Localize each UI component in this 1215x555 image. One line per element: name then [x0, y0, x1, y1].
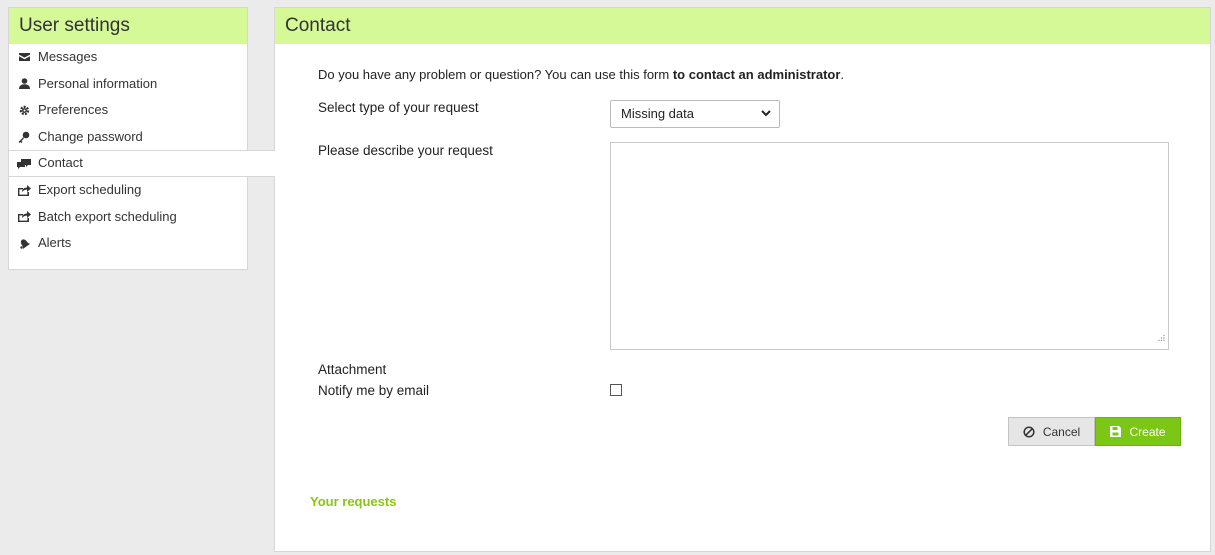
sidebar-title: User settings: [9, 8, 247, 44]
bell-icon: [17, 236, 31, 250]
sidebar-item-label: Batch export scheduling: [38, 208, 177, 224]
intro-prefix: Do you have any problem or question? You…: [318, 67, 673, 82]
sidebar-item-personal-information[interactable]: Personal information: [9, 71, 247, 98]
create-label: Create: [1129, 424, 1166, 439]
sidebar-item-batch-export-scheduling[interactable]: Batch export scheduling: [9, 204, 247, 231]
sidebar-item-messages[interactable]: Messages: [9, 44, 247, 71]
sidebar-item-label: Personal information: [38, 75, 158, 91]
intro-text: Do you have any problem or question? You…: [318, 67, 844, 82]
request-type-value: Missing data: [621, 106, 694, 121]
sidebar-item-label: Change password: [38, 128, 143, 144]
share-icon: [17, 210, 31, 224]
user-icon: [17, 77, 31, 91]
your-requests-heading: Your requests: [310, 494, 397, 509]
page-title: Contact: [275, 8, 1210, 44]
sidebar-menu: Messages Personal information Preference…: [9, 44, 275, 257]
share-icon: [17, 183, 31, 197]
intro-bold: to contact an administrator: [672, 67, 841, 82]
request-type-select[interactable]: Missing data: [610, 100, 780, 128]
cancel-button[interactable]: Cancel: [1008, 417, 1095, 446]
cancel-icon: [1023, 425, 1035, 438]
chevron-down-icon: [761, 101, 771, 127]
user-settings-sidebar: User settings Messages Personal informat…: [8, 7, 275, 270]
sidebar-item-label: Alerts: [38, 235, 72, 251]
sidebar-item-change-password[interactable]: Change password: [9, 124, 247, 151]
sidebar-item-alerts[interactable]: Alerts: [9, 230, 247, 257]
contact-panel: Contact Do you have any problem or quest…: [274, 7, 1211, 552]
sidebar-item-label: Contact: [38, 155, 83, 171]
sidebar-item-contact[interactable]: Contact: [9, 150, 275, 177]
notify-label: Notify me by email: [318, 383, 430, 398]
sidebar-item-label: Preferences: [38, 102, 109, 118]
save-icon: [1110, 426, 1122, 437]
request-type-label: Select type of your request: [318, 100, 479, 115]
resize-grip-icon[interactable]: [1158, 328, 1165, 346]
request-description-textarea[interactable]: [610, 142, 1169, 350]
notify-email-checkbox[interactable]: [610, 384, 622, 396]
cancel-label: Cancel: [1042, 424, 1081, 439]
create-button[interactable]: Create: [1095, 417, 1181, 446]
intro-suffix: .: [840, 67, 845, 82]
sidebar-item-export-scheduling[interactable]: Export scheduling: [9, 177, 247, 204]
key-icon: [17, 130, 31, 144]
chat-icon: [17, 157, 31, 171]
describe-label: Please describe your request: [318, 143, 493, 158]
sidebar-item-label: Export scheduling: [38, 181, 142, 197]
sidebar-item-label: Messages: [38, 49, 98, 64]
attachment-label: Attachment: [318, 362, 387, 377]
envelope-icon: [17, 50, 31, 64]
gear-icon: [17, 103, 31, 117]
sidebar-item-preferences[interactable]: Preferences: [9, 97, 247, 124]
